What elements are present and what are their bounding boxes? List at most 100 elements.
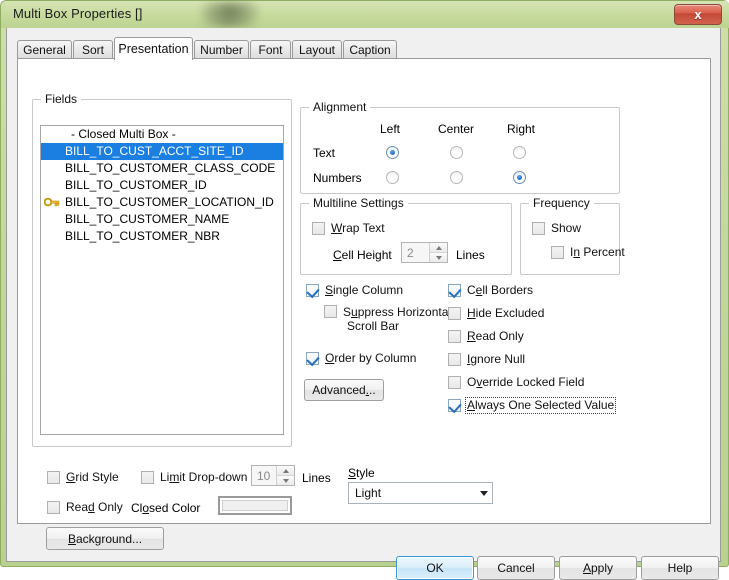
alignment-row-numbers-label: Numbers: [313, 171, 362, 185]
close-button[interactable]: x: [674, 4, 722, 25]
tab-layout[interactable]: Layout: [292, 40, 342, 59]
background-button-label: Background...: [67, 531, 143, 546]
order-by-column-label: Order by Column: [325, 351, 417, 365]
order-by-column-checkbox[interactable]: Order by Column: [306, 352, 416, 365]
single-column-checkbox[interactable]: Single Column: [306, 284, 403, 297]
limit-dropdown-label: Limit Drop-down to: [160, 470, 261, 484]
frequency-in-percent-checkbox[interactable]: In Percent: [551, 246, 625, 259]
list-item-selected[interactable]: BILL_TO_CUST_ACCT_SITE_ID: [41, 143, 283, 160]
cancel-button[interactable]: Cancel: [477, 556, 555, 580]
tab-presentation[interactable]: Presentation: [114, 37, 193, 60]
radio-numbers-right[interactable]: [513, 171, 526, 184]
apply-button-label: Apply: [582, 561, 614, 575]
tab-sort[interactable]: Sort: [73, 40, 113, 59]
list-item[interactable]: BILL_TO_CUSTOMER_ID: [41, 177, 283, 194]
closed-color-label: Closed Color: [131, 501, 201, 515]
closed-color-swatch[interactable]: [218, 496, 292, 515]
radio-numbers-center[interactable]: [450, 171, 463, 184]
multiline-group-label: Multiline Settings: [309, 196, 408, 210]
list-item[interactable]: BILL_TO_CUSTOMER_NBR: [41, 228, 283, 245]
read-only-label: Read Only: [467, 329, 524, 343]
radio-text-center[interactable]: [450, 146, 463, 159]
checkbox-box: [448, 284, 461, 297]
alignment-row-text-label: Text: [313, 146, 336, 160]
cell-borders-checkbox[interactable]: Cell Borders: [448, 284, 533, 297]
always-one-selected-value-label: Always One Selected Value: [464, 397, 617, 414]
fields-listbox[interactable]: - Closed Multi Box - BILL_TO_CUST_ACCT_S…: [40, 125, 284, 435]
cell-height-label: Cell Height: [333, 248, 392, 262]
override-locked-field-checkbox[interactable]: Override Locked Field: [448, 376, 584, 389]
limit-dropdown-value[interactable]: 10: [252, 466, 276, 485]
closed-color-value: [222, 500, 288, 511]
tab-strip: General Sort Presentation Number Font La…: [17, 37, 711, 60]
dialog-window: Multi Box Properties [] x General Sort P…: [0, 0, 729, 580]
tab-font[interactable]: Font: [250, 40, 291, 59]
advanced-button[interactable]: Advanced...: [304, 379, 384, 401]
advanced-button-label: Advanced...: [312, 383, 376, 397]
background-button[interactable]: Background...: [46, 527, 164, 550]
alignment-group-label: Alignment: [309, 100, 371, 114]
override-locked-field-label: Override Locked Field: [467, 375, 585, 389]
stepper-up-button[interactable]: [430, 243, 447, 253]
suppress-horizontal-scroll-bar-checkbox[interactable]: Suppress Horizontal Scroll Bar: [324, 305, 451, 333]
alignment-group: Alignment Left Center Right Text Numbers: [300, 100, 620, 194]
stepper-down-button[interactable]: [430, 253, 447, 262]
fields-group-label: Fields: [41, 92, 82, 106]
tab-caption[interactable]: Caption: [343, 40, 397, 59]
tab-general[interactable]: General: [17, 40, 72, 59]
radio-text-right[interactable]: [513, 146, 526, 159]
grid-style-label: Grid Style: [66, 470, 119, 484]
stepper-buttons[interactable]: [276, 466, 294, 485]
ignore-null-checkbox[interactable]: Ignore Null: [448, 353, 525, 366]
presentation-tab-panel: Fields - Closed Multi Box - BILL_TO_CUST…: [17, 58, 711, 550]
wrap-text-checkbox[interactable]: Wrap Text: [312, 222, 385, 235]
frequency-group-label: Frequency: [529, 196, 594, 210]
ok-button-label: OK: [426, 561, 444, 575]
frequency-show-checkbox[interactable]: Show: [532, 222, 581, 235]
frequency-in-percent-label: In Percent: [570, 245, 625, 259]
read-only-checkbox[interactable]: Read Only: [448, 330, 524, 343]
hide-excluded-checkbox[interactable]: Hide Excluded: [448, 307, 544, 320]
radio-numbers-left[interactable]: [386, 171, 399, 184]
bottom-read-only-checkbox[interactable]: Read Only: [47, 501, 123, 514]
stepper-down-button[interactable]: [277, 476, 294, 485]
limit-dropdown-stepper[interactable]: 10: [251, 465, 295, 486]
primary-key-icon: [44, 197, 60, 207]
stepper-buttons[interactable]: [429, 243, 447, 262]
limit-dropdown-checkbox[interactable]: Limit Drop-down to: [141, 471, 261, 484]
list-item[interactable]: - Closed Multi Box -: [41, 126, 283, 143]
bottom-read-only-label: Read Only: [66, 500, 123, 514]
chevron-down-icon[interactable]: [475, 490, 492, 496]
cancel-button-label: Cancel: [497, 561, 535, 575]
arrow-up-icon: [435, 245, 442, 250]
checkbox-box: [312, 222, 325, 235]
style-dropdown[interactable]: Light: [348, 482, 493, 504]
close-icon: x: [694, 7, 702, 22]
list-item[interactable]: BILL_TO_CUSTOMER_LOCATION_ID: [41, 194, 283, 211]
stepper-up-button[interactable]: [277, 466, 294, 476]
list-item[interactable]: BILL_TO_CUSTOMER_CLASS_CODE: [41, 160, 283, 177]
checkbox-box: [448, 399, 461, 412]
cell-height-stepper[interactable]: 2: [401, 242, 448, 263]
checkbox-box: [306, 352, 319, 365]
style-label: Style: [348, 466, 375, 480]
tab-number[interactable]: Number: [194, 40, 249, 59]
help-button[interactable]: Help: [641, 556, 719, 580]
frequency-show-label: Show: [551, 221, 582, 235]
arrow-down-icon: [282, 478, 289, 483]
grid-style-checkbox[interactable]: Grid Style: [47, 471, 119, 484]
radio-text-left[interactable]: [386, 146, 399, 159]
checkbox-box: [47, 471, 60, 484]
redacted-title-region: [199, 1, 261, 28]
cell-height-value[interactable]: 2: [402, 243, 429, 262]
hide-excluded-label: Hide Excluded: [467, 306, 545, 320]
cell-borders-label: Cell Borders: [467, 283, 534, 297]
checkbox-box: [141, 471, 154, 484]
cell-height-lines-label: Lines: [456, 248, 485, 262]
checkbox-box: [306, 284, 319, 297]
dialog-client-area: General Sort Presentation Number Font La…: [6, 28, 721, 580]
ok-button[interactable]: OK: [396, 556, 474, 580]
list-item[interactable]: BILL_TO_CUSTOMER_NAME: [41, 211, 283, 228]
always-one-selected-value-checkbox[interactable]: Always One Selected Value: [448, 397, 617, 414]
apply-button[interactable]: Apply: [559, 556, 637, 580]
